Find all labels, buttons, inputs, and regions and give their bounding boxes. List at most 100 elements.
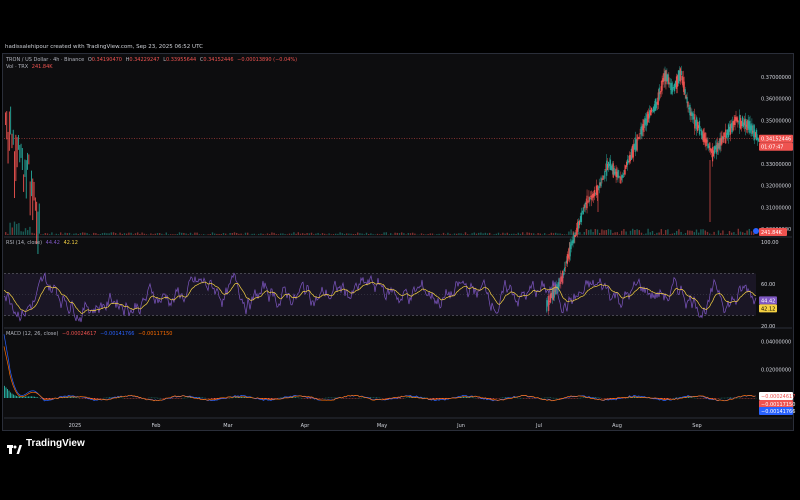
alert-icon <box>753 228 759 234</box>
volume-bar <box>436 234 438 235</box>
macd-hist-badge: −0.00024617 <box>759 392 795 400</box>
macd-histogram-bar <box>400 398 401 399</box>
volume-bar <box>559 233 561 235</box>
price-candle <box>36 201 38 245</box>
macd-histogram-bar <box>13 394 14 398</box>
volume-label[interactable]: Vol · TRX <box>6 64 28 70</box>
macd-histogram-bar <box>8 390 10 398</box>
volume-badge-text: 241.84K <box>761 230 782 236</box>
volume-bar <box>390 233 392 235</box>
macd-line-value: −0.00141766 <box>100 331 135 337</box>
volume-bar <box>495 233 497 235</box>
macd-axis-tick: 0.02000000 <box>761 368 791 374</box>
macd-histogram-bar <box>52 398 53 399</box>
volume-bar <box>614 232 616 235</box>
volume-bar <box>504 233 506 235</box>
volume-value: 241.84K <box>31 64 53 70</box>
volume-bar <box>464 232 467 235</box>
macd-histogram-bar <box>14 395 16 398</box>
time-axis-tick: Mar <box>223 423 233 429</box>
macd-histogram-bar <box>233 397 235 398</box>
price-candle <box>593 190 596 197</box>
volume-bar <box>291 233 293 235</box>
macd-histogram-bar <box>19 396 20 398</box>
volume-bar <box>319 234 321 235</box>
time-axis-tick: Apr <box>301 423 311 429</box>
volume-bar <box>247 232 249 235</box>
macd-histogram-bar <box>32 396 34 398</box>
volume-bar <box>339 232 341 235</box>
close-value: 0.34152446 <box>203 57 234 63</box>
volume-bar <box>508 233 511 235</box>
volume-bar <box>447 232 449 235</box>
volume-bar <box>376 233 379 235</box>
volume-bar <box>673 232 676 235</box>
volume-bar <box>537 233 539 235</box>
volume-bar <box>381 234 383 235</box>
volume-bar <box>275 234 277 235</box>
volume-bar <box>167 234 170 235</box>
macd-histogram-bar <box>74 397 76 398</box>
volume-bar <box>368 234 370 235</box>
rsi-value-badge-text: 44.42 <box>761 298 775 304</box>
volume-bar <box>706 231 709 235</box>
volume-bar <box>601 229 603 235</box>
price-candle <box>25 160 27 199</box>
volume-bar <box>486 233 489 235</box>
volume-bar <box>13 221 16 235</box>
volume-bar <box>236 232 238 235</box>
volume-bar <box>24 228 27 235</box>
volume-bar <box>497 232 500 235</box>
volume-bar <box>293 232 295 235</box>
macd-histogram-bar <box>505 397 506 398</box>
volume-bar <box>372 234 374 235</box>
price-candle <box>563 267 566 272</box>
macd-histogram-bar <box>4 385 5 398</box>
tradingview-logo[interactable]: TradingView <box>7 438 85 454</box>
volume-bar <box>57 234 60 235</box>
volume-bar <box>744 232 746 235</box>
volume-bar <box>271 232 273 235</box>
macd-label[interactable]: MACD (12, 26, close) <box>6 331 58 337</box>
macd-histogram-bar <box>110 397 112 398</box>
macd-histogram-bar <box>26 396 28 398</box>
volume-bar <box>310 232 313 235</box>
volume-bar <box>11 227 13 235</box>
volume-bar <box>86 233 88 235</box>
volume-bar <box>731 232 733 235</box>
volume-bar <box>106 233 108 235</box>
time-axis-tick: Jul <box>535 423 542 429</box>
rsi-label[interactable]: RSI (14, close) <box>6 240 42 246</box>
price-candle <box>684 89 686 94</box>
volume-bar <box>359 233 361 235</box>
macd-histogram-bar <box>664 398 665 400</box>
rsi-axis-tick: 20.00 <box>761 324 775 330</box>
macd-histogram-bar <box>470 397 472 398</box>
volume-bar <box>141 232 143 235</box>
volume-bar <box>396 232 398 235</box>
price-candle <box>604 170 606 179</box>
macd-histogram-bar <box>307 398 308 399</box>
volume-bar <box>398 233 401 235</box>
price-candle <box>744 118 746 129</box>
volume-bar <box>51 232 53 235</box>
volume-bar <box>231 233 233 235</box>
volume-bar <box>79 233 82 235</box>
price-candle <box>580 212 583 223</box>
macd-line <box>3 334 756 402</box>
macd-signal-value: −0.00117150 <box>138 331 173 337</box>
volume-bar <box>18 223 20 235</box>
price-candle <box>18 135 19 150</box>
volume-bar <box>445 234 447 235</box>
price-axis-tick: 0.32000000 <box>761 184 791 190</box>
chart-canvas[interactable]: 0.37000000 0.36000000 0.35000000 0.33000000… <box>0 0 800 500</box>
volume-bar <box>750 231 753 235</box>
volume-bar <box>555 232 557 235</box>
volume-bar <box>539 233 541 235</box>
volume-bar <box>383 232 385 235</box>
volume-bar <box>660 229 662 235</box>
symbol-label[interactable]: TRON / US Dollar · 4h · Binance <box>6 57 84 63</box>
volume-bar <box>482 233 484 235</box>
volume-bar <box>423 234 425 235</box>
volume-bar <box>163 234 165 235</box>
